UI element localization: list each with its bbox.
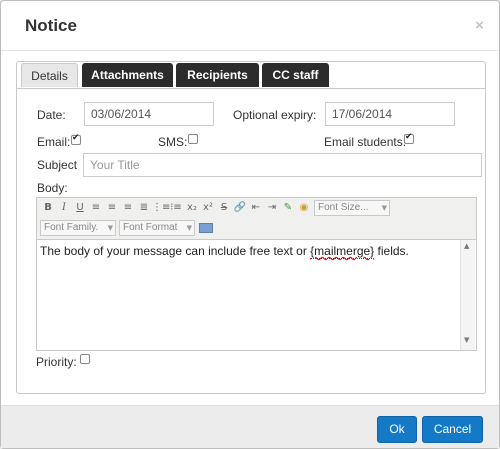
body-editor: B I U ≡ ≡ ≡ ≣ ⋮≡ ⁝≡ x₂ x² S 🔗 ⇤ ⇥ ✎ ◉ Fo… xyxy=(36,197,477,351)
subscript-icon[interactable]: x₂ xyxy=(184,200,200,216)
body-text-end: fields. xyxy=(374,244,409,258)
align-right-icon[interactable]: ≡ xyxy=(120,200,136,216)
chevron-down-icon: ▼ xyxy=(186,224,192,232)
notice-dialog: Notice × Details Attachments Recipients … xyxy=(0,0,500,449)
outdent-icon[interactable]: ⇤ xyxy=(248,200,264,216)
tab-details[interactable]: Details xyxy=(21,63,78,87)
tab-cc-staff[interactable]: CC staff xyxy=(262,63,329,87)
email-students-checkbox[interactable] xyxy=(404,132,414,144)
bold-icon[interactable]: B xyxy=(40,200,56,216)
font-family-select-label: Font Family. xyxy=(44,222,99,233)
underline-icon[interactable]: U xyxy=(72,200,88,216)
ordered-list-icon[interactable]: ⋮≡ xyxy=(152,200,170,216)
tab-divider xyxy=(17,88,485,89)
italic-icon[interactable]: I xyxy=(56,200,72,216)
close-icon[interactable]: × xyxy=(475,18,484,34)
indent-icon[interactable]: ⇥ xyxy=(264,200,280,216)
editor-toolbar: B I U ≡ ≡ ≡ ≣ ⋮≡ ⁝≡ x₂ x² S 🔗 ⇤ ⇥ ✎ ◉ Fo… xyxy=(37,198,476,240)
align-justify-icon[interactable]: ≣ xyxy=(136,200,152,216)
font-format-select[interactable]: Font Format ▼ xyxy=(119,220,195,236)
body-label: Body: xyxy=(37,181,68,195)
scroll-up-icon[interactable]: ▲ xyxy=(464,242,469,250)
mailmerge-token: {mailmerge} xyxy=(310,244,375,259)
body-content[interactable]: The body of your message can include fre… xyxy=(40,244,460,259)
cancel-button[interactable]: Cancel xyxy=(422,416,483,443)
chevron-down-icon: ▼ xyxy=(381,204,387,212)
font-format-select-label: Font Format xyxy=(123,222,178,233)
tab-recipients[interactable]: Recipients xyxy=(176,63,259,87)
font-size-select[interactable]: Font Size... ▼ xyxy=(314,200,390,216)
ok-button[interactable]: Ok xyxy=(377,416,417,443)
date-label: Date: xyxy=(37,108,66,122)
email-label: Email: xyxy=(37,135,71,149)
dialog-title: Notice xyxy=(25,16,77,35)
editor-scrollbar[interactable]: ▲ ▼ xyxy=(460,240,475,350)
edit-icon[interactable]: ✎ xyxy=(280,200,296,216)
color-palette-icon[interactable]: ◉ xyxy=(296,200,312,216)
link-icon[interactable]: 🔗 xyxy=(232,200,248,216)
sms-checkbox[interactable] xyxy=(188,134,198,144)
align-left-icon[interactable]: ≡ xyxy=(88,200,104,216)
font-size-select-label: Font Size... xyxy=(318,202,369,213)
tab-panel: Details Attachments Recipients CC staff … xyxy=(16,61,486,394)
body-text: The body of your message can include fre… xyxy=(40,244,311,258)
unordered-list-icon[interactable]: ⁝≡ xyxy=(168,200,184,216)
dialog-header: Notice × xyxy=(1,1,499,51)
chevron-down-icon: ▼ xyxy=(107,224,113,232)
font-family-select[interactable]: Font Family. ▼ xyxy=(40,220,116,236)
scroll-down-icon[interactable]: ▼ xyxy=(464,336,469,344)
email-students-label: Email students: xyxy=(324,135,407,149)
tab-attachments[interactable]: Attachments xyxy=(82,63,173,87)
expiry-date-field[interactable] xyxy=(325,102,455,126)
superscript-icon[interactable]: x² xyxy=(200,200,216,216)
sms-label: SMS: xyxy=(158,135,188,149)
dialog-footer: Ok Cancel xyxy=(1,405,499,448)
strikethrough-icon[interactable]: S xyxy=(216,200,232,216)
email-checkbox[interactable] xyxy=(71,133,81,145)
subject-field[interactable] xyxy=(83,153,482,177)
expiry-label: Optional expiry: xyxy=(233,108,317,122)
insert-image-icon[interactable] xyxy=(199,223,213,233)
align-center-icon[interactable]: ≡ xyxy=(104,200,120,216)
priority-checkbox[interactable] xyxy=(80,354,90,364)
subject-label: Subject xyxy=(37,158,78,172)
date-field[interactable] xyxy=(84,102,214,126)
priority-label: Priority: xyxy=(36,355,77,369)
